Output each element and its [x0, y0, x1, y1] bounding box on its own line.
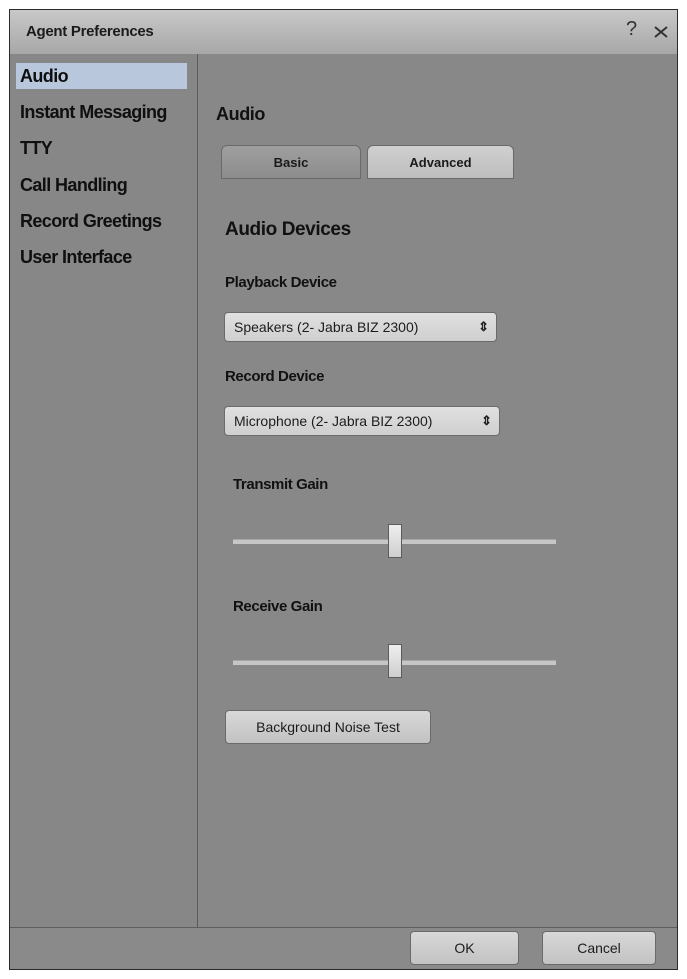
- audio-devices-title: Audio Devices: [225, 219, 351, 240]
- tab-label: Basic: [273, 155, 309, 170]
- sidebar-item-user-interface[interactable]: User Interface: [16, 244, 187, 270]
- tab-label: Advanced: [409, 155, 472, 170]
- ok-button[interactable]: OK: [410, 931, 519, 965]
- sidebar-item-label: Record Greetings: [20, 211, 162, 231]
- tab-advanced[interactable]: Advanced: [367, 145, 514, 179]
- sidebar-item-instant-messaging[interactable]: Instant Messaging: [16, 99, 187, 125]
- tab-basic[interactable]: Basic: [221, 145, 361, 179]
- sidebar-item-label: Audio: [20, 66, 69, 86]
- receive-gain-label: Receive Gain: [233, 598, 323, 615]
- close-icon[interactable]: [651, 22, 671, 42]
- title-bar: Agent Preferences ?: [10, 10, 677, 55]
- receive-gain-thumb[interactable]: [387, 644, 402, 678]
- background-noise-test-button[interactable]: Background Noise Test: [225, 710, 431, 744]
- playback-device-value: Speakers (2- Jabra BIZ 2300): [234, 319, 419, 335]
- record-device-select[interactable]: Microphone (2- Jabra BIZ 2300) ⇕: [224, 406, 500, 436]
- sidebar-item-label: Call Handling: [20, 175, 128, 195]
- record-device-value: Microphone (2- Jabra BIZ 2300): [234, 413, 433, 429]
- updown-arrow-icon: ⇕: [481, 413, 492, 428]
- sidebar-item-tty[interactable]: TTY: [16, 135, 187, 161]
- sidebar: Audio Instant Messaging TTY Call Handlin…: [10, 54, 198, 929]
- record-device-label: Record Device: [225, 368, 325, 385]
- sidebar-item-record-greetings[interactable]: Record Greetings: [16, 208, 187, 234]
- playback-device-label: Playback Device: [225, 274, 337, 291]
- playback-device-select[interactable]: Speakers (2- Jabra BIZ 2300) ⇕: [224, 312, 497, 342]
- cancel-button[interactable]: Cancel: [542, 931, 656, 965]
- preferences-window: Agent Preferences ? Audio Instant Messag…: [9, 9, 678, 970]
- transmit-gain-label: Transmit Gain: [233, 476, 328, 493]
- sidebar-item-audio[interactable]: Audio: [16, 63, 187, 89]
- sidebar-item-call-handling[interactable]: Call Handling: [16, 172, 187, 198]
- sidebar-item-label: Instant Messaging: [20, 102, 167, 122]
- sidebar-item-label: TTY: [20, 138, 53, 158]
- dialog-footer: OK Cancel: [10, 927, 677, 969]
- transmit-gain-thumb[interactable]: [387, 524, 402, 558]
- help-icon[interactable]: ?: [626, 18, 637, 41]
- window-title: Agent Preferences: [26, 23, 154, 40]
- sidebar-item-label: User Interface: [20, 247, 132, 267]
- updown-arrow-icon: ⇕: [478, 319, 489, 334]
- section-title: Audio: [216, 104, 265, 124]
